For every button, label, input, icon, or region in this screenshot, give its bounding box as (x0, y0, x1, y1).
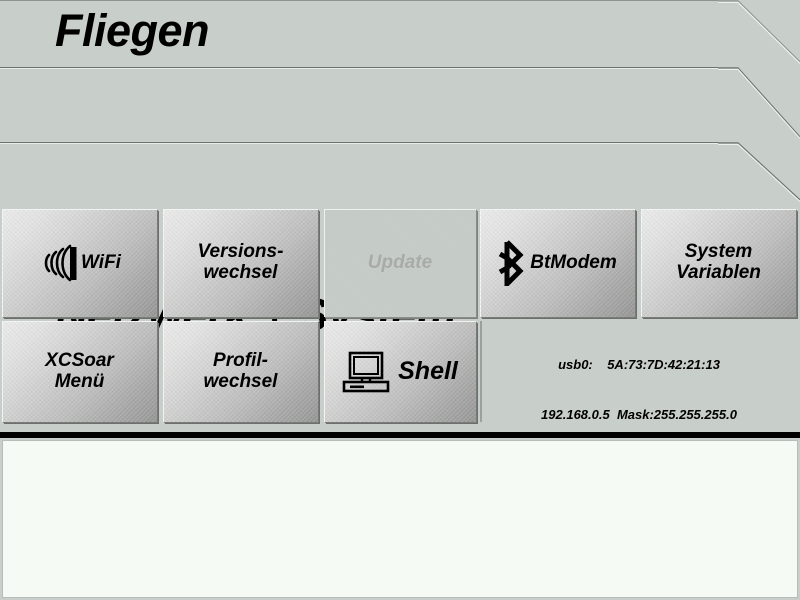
versionswechsel-label-line1: Versions- (197, 241, 284, 263)
profilwechsel-label-line1: Profil- (213, 349, 268, 371)
header-row-top-rule (0, 0, 718, 2)
wifi-button[interactable]: WiFi (2, 209, 157, 317)
wifi-icon (38, 238, 78, 288)
header-row-top-rule (0, 67, 718, 69)
systemvariablen-button[interactable]: System Variablen (641, 209, 796, 317)
button-grid: WiFi Versions- wechsel Update BtModem Sy… (0, 206, 800, 522)
header-chevron-icon (718, 142, 800, 204)
app-screen: Fliegen Applikation Ne (0, 0, 800, 600)
header-row-applikation[interactable]: Applikation (0, 67, 800, 188)
profilwechsel-button[interactable]: Profil- wechsel (163, 321, 318, 422)
profilwechsel-label-line2: wechsel (203, 370, 278, 392)
header-row-netzwerk-system[interactable]: Netzwerk + System (0, 142, 800, 337)
xcsoar-menu-label-line1: XCSoar (45, 349, 114, 371)
network-info-panel: usb0: 5A:73:7D:42:21:13 192.168.0.5 Mask… (480, 321, 796, 522)
netinfo-line-ip-mask: 192.168.0.5 Mask:255.255.255.0 (541, 407, 737, 423)
btmodem-button[interactable]: BtModem (480, 209, 635, 317)
wifi-button-label: WiFi (81, 251, 121, 273)
header-chevron-icon (718, 67, 800, 142)
shell-button[interactable]: Shell (324, 321, 476, 422)
versionswechsel-label-line2: wechsel (203, 262, 278, 283)
netinfo-line-interface-mac: usb0: 5A:73:7D:42:21:13 (558, 357, 720, 373)
shell-button-label: Shell (398, 357, 458, 385)
header-row-top-rule (0, 142, 718, 144)
update-button-label: Update (367, 251, 433, 273)
bottom-divider (0, 432, 800, 438)
versionswechsel-button[interactable]: Versions- wechsel (163, 209, 318, 317)
btmodem-button-label: BtModem (530, 251, 617, 273)
update-button: Update (324, 209, 476, 317)
systemvariablen-label-line2: Variablen (676, 262, 761, 283)
systemvariablen-label-line1: System (684, 241, 753, 263)
bluetooth-icon (498, 240, 528, 291)
header-stack: Fliegen Applikation Ne (0, 0, 800, 337)
computer-icon (342, 350, 390, 394)
header-row-fliegen[interactable]: Fliegen (0, 0, 800, 67)
header-title-fliegen: Fliegen (55, 5, 210, 56)
xcsoar-menu-label-line2: Menü (54, 370, 105, 392)
header-chevron-icon (718, 0, 800, 67)
console-output-panel[interactable] (2, 440, 798, 598)
xcsoar-menu-button[interactable]: XCSoar Menü (2, 321, 157, 422)
